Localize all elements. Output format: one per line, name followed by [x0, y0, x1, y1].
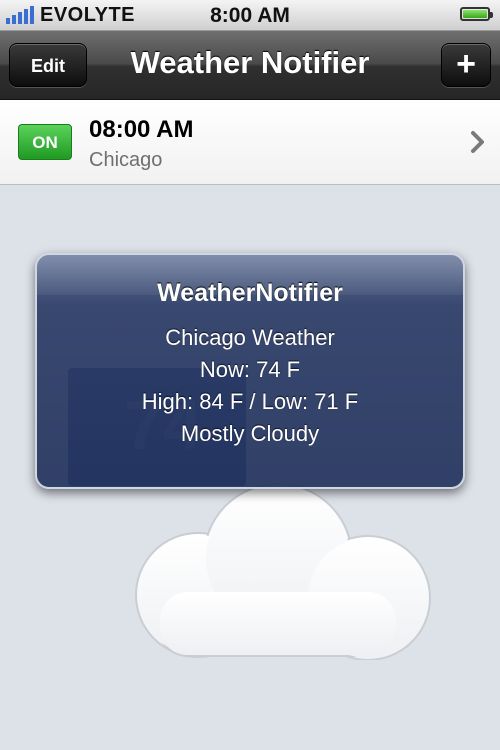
chevron-right-icon — [471, 131, 484, 153]
battery-icon — [460, 7, 493, 21]
alert-line-high-low: High: 84 F / Low: 71 F — [141, 389, 359, 414]
alert-line-condition: Mostly Cloudy — [180, 421, 320, 446]
status-bar: EVOLYTE 8:00 AM — [0, 0, 500, 31]
alert-line-city: Chicago Weather — [165, 325, 335, 350]
alarm-toggle[interactable]: ON — [18, 124, 72, 160]
alarm-city: Chicago — [89, 149, 163, 171]
cloud-icon — [135, 483, 431, 660]
notification-alert[interactable]: WeatherNotifier Chicago Weather Now: 74 … — [35, 253, 465, 489]
add-alarm-button[interactable]: + — [441, 43, 491, 87]
plus-icon: + — [456, 45, 476, 83]
alert-title: WeatherNotifier — [157, 279, 343, 307]
alert-line-current: Now: 74 F — [199, 357, 301, 382]
status-time: 8:00 AM — [210, 4, 290, 27]
alarm-list-item[interactable]: ON 08:00 AM Chicago — [0, 100, 500, 185]
alarm-time: 08:00 AM — [89, 116, 194, 143]
navigation-bar: Edit Weather Notifier + — [0, 31, 500, 100]
page-title: Weather Notifier — [130, 45, 370, 80]
battery-level — [463, 10, 487, 18]
